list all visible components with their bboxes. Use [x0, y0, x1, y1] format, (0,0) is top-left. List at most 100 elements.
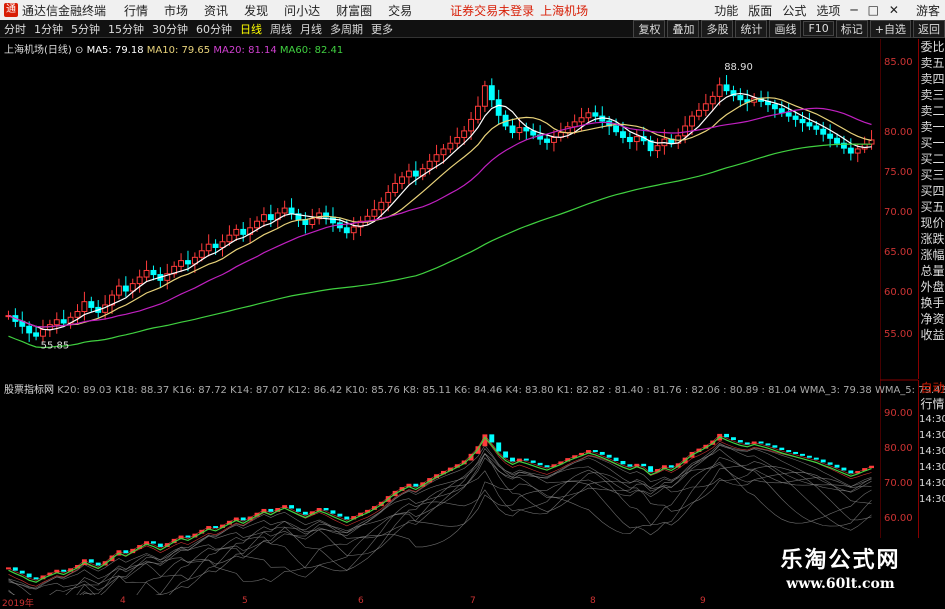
indicator-candle	[820, 459, 826, 463]
quote-panel: 委比 卖五 卖四 卖三 卖二 卖一 买一 买二 买三 买四 买五 现价 涨跌 涨…	[918, 39, 945, 379]
tool-f10[interactable]: F10	[803, 21, 834, 36]
candle-body	[827, 133, 834, 139]
candle-body	[820, 128, 827, 135]
menu-item-discover[interactable]: 发现	[244, 2, 268, 19]
tick-field[interactable]: 行情	[919, 396, 945, 412]
period-1min[interactable]: 1分钟	[30, 21, 67, 37]
ma5-label: MA5: 79.18	[86, 45, 144, 56]
price-axis: 85.00 80.00 75.00 70.00 65.00 60.00 55.0…	[880, 39, 918, 595]
candle-body	[33, 332, 40, 337]
login-warning[interactable]: 证券交易未登录	[450, 2, 534, 19]
candle-body	[468, 118, 475, 132]
menu-item-news[interactable]: 资讯	[204, 2, 228, 19]
indicator-candle	[530, 460, 536, 463]
indicator-candle	[95, 562, 101, 566]
period-60min[interactable]: 60分钟	[192, 21, 236, 37]
quote-field: 卖二	[920, 104, 945, 118]
ma20-label: MA20: 81.14	[213, 45, 277, 56]
indicator-candle	[737, 440, 743, 443]
quote-field: 涨幅	[920, 248, 945, 262]
indicator-candle	[786, 450, 792, 453]
tool-draw[interactable]: 画线	[769, 19, 802, 38]
tool-back[interactable]: 返回	[913, 19, 945, 38]
menu-item-quotes[interactable]: 行情	[124, 2, 148, 19]
indicator-candle	[779, 447, 785, 451]
period-multi[interactable]: 多周期	[326, 21, 367, 37]
maximize-icon[interactable]: □	[868, 3, 879, 17]
indicator-candle	[827, 462, 833, 465]
menu-item-ask[interactable]: 问小达	[284, 2, 320, 19]
candle-body	[281, 207, 288, 214]
ma60-label: MA60: 82.41	[279, 45, 344, 56]
candle-body	[53, 319, 60, 326]
period-monthly[interactable]: 月线	[296, 21, 326, 37]
menu-item-function[interactable]: 功能	[714, 2, 738, 19]
candle-body	[74, 311, 81, 318]
candle-body	[585, 112, 592, 119]
menu-item-formula[interactable]: 公式	[782, 2, 806, 19]
time-tick: 8	[590, 596, 596, 606]
candle-body	[260, 214, 267, 222]
candle-body	[122, 285, 129, 292]
ind-tick: 80.00	[884, 443, 913, 454]
indicator-candle	[772, 445, 778, 448]
tool-adjust[interactable]: 复权	[633, 19, 666, 38]
menu-item-options[interactable]: 选项	[816, 2, 840, 19]
watermark: 乐淘公式网 www.60lt.com	[736, 538, 945, 608]
tool-stats[interactable]: 统计	[735, 19, 768, 38]
candle-body	[343, 227, 350, 234]
indicator-candle	[724, 433, 729, 438]
indicator-candle	[213, 526, 219, 529]
period-tick[interactable]: 分时	[0, 21, 30, 37]
indicator-candle	[841, 467, 847, 471]
indicator-title: 股票指标网	[4, 385, 54, 396]
candle-body	[516, 127, 523, 134]
period-30min[interactable]: 30分钟	[148, 21, 192, 37]
low-annotation: 55.85	[41, 340, 70, 351]
candle-body	[488, 85, 495, 101]
menu-item-trade[interactable]: 交易	[388, 2, 412, 19]
period-daily[interactable]: 日线	[236, 21, 266, 37]
candle-body	[129, 283, 136, 292]
tool-overlay[interactable]: 叠加	[667, 19, 700, 38]
ind-tick: 90.00	[884, 408, 913, 419]
tool-multistock[interactable]: 多股	[701, 19, 734, 38]
time-tick: 7	[470, 596, 476, 606]
menu-item-wealth[interactable]: 财富圈	[336, 2, 372, 19]
period-5min[interactable]: 5分钟	[67, 21, 104, 37]
candle-body	[461, 130, 468, 138]
period-more[interactable]: 更多	[367, 21, 397, 37]
tool-add-watch[interactable]: +自选	[869, 19, 911, 38]
indicator-candle	[61, 569, 67, 572]
indicator-candle	[620, 460, 626, 465]
indicator-candle	[648, 466, 654, 472]
tick-field[interactable]: 自动	[919, 380, 945, 396]
price-tick: 55.00	[884, 329, 913, 340]
guest-label[interactable]: 游客	[916, 2, 940, 19]
minimize-icon[interactable]: ─	[850, 3, 857, 17]
app-title: 通达信金融终端	[22, 3, 107, 18]
candle-body	[723, 84, 730, 92]
period-15min[interactable]: 15分钟	[104, 21, 148, 37]
price-tick: 70.00	[884, 207, 913, 218]
time-tick: 4	[120, 596, 126, 606]
quote-field: 外盘	[920, 280, 945, 294]
period-weekly[interactable]: 周线	[266, 21, 296, 37]
indicator-candle	[296, 508, 301, 512]
price-chart[interactable]: 88.90 55.85	[0, 39, 880, 379]
candle-body	[226, 234, 233, 243]
candle-body	[412, 170, 419, 177]
candle-body	[350, 226, 357, 234]
candle-body	[550, 136, 557, 143]
candle-body	[682, 125, 689, 137]
menu-item-layout[interactable]: 版面	[748, 2, 772, 19]
close-icon[interactable]: ✕	[889, 3, 899, 17]
tool-mark[interactable]: 标记	[835, 19, 868, 38]
candle-body	[702, 103, 709, 111]
indicator-candle	[793, 451, 799, 454]
menu-item-market[interactable]: 市场	[164, 2, 188, 19]
candle-body	[544, 138, 550, 143]
stock-name: 上海机场	[540, 3, 589, 18]
candle-body	[60, 319, 67, 324]
indicator-candle	[523, 458, 529, 461]
